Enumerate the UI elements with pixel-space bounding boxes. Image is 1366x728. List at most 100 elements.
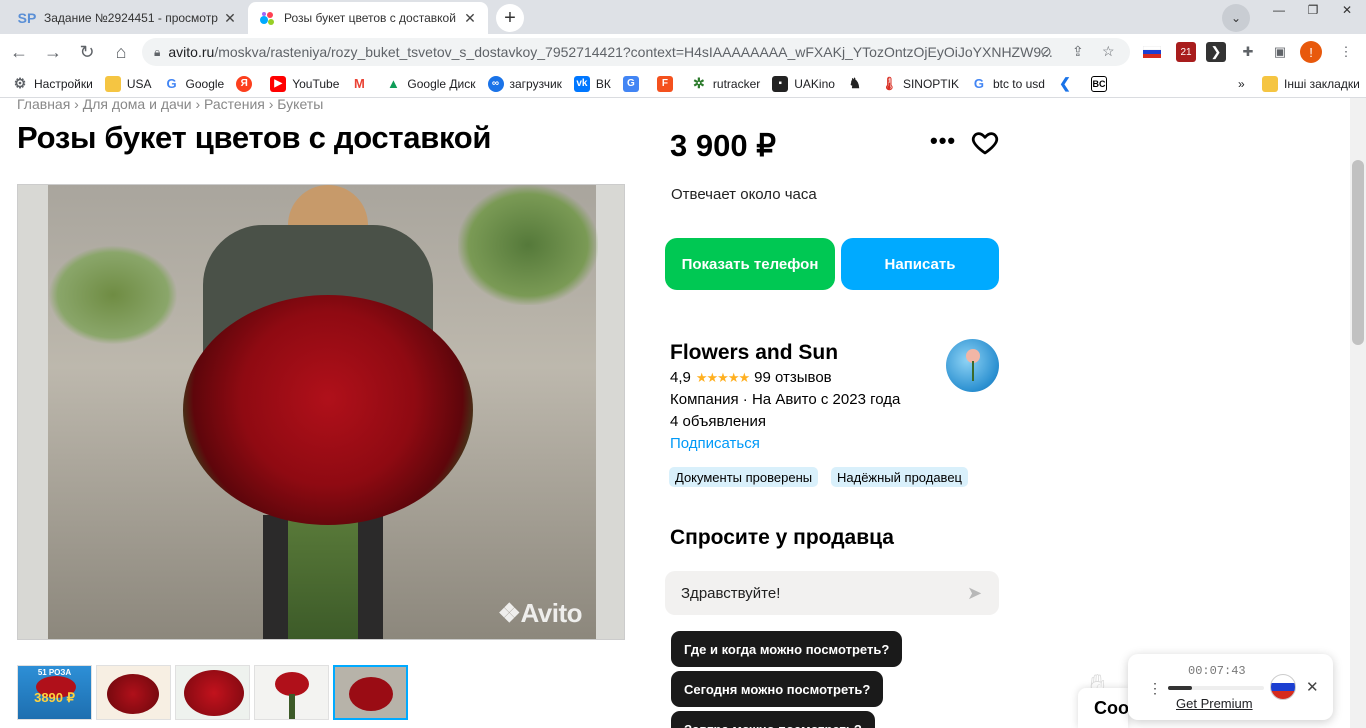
url-path: /moskva/rasteniya/rozy_buket_tsvetov_s_d…: [214, 44, 1053, 60]
forward-icon[interactable]: →: [38, 37, 68, 67]
f-icon: F: [656, 75, 673, 92]
seller-ads-count[interactable]: 4 объявления: [670, 413, 766, 430]
address-bar[interactable]: 🔒︎ avito.ru /moskva/rasteniya/rozy_buket…: [142, 38, 1130, 66]
translate-icon: G: [622, 75, 639, 92]
menu-icon[interactable]: ⋮: [1336, 42, 1356, 62]
bookmark-vk[interactable]: vk ВК: [573, 75, 611, 92]
price: 3 900 ₽: [670, 128, 776, 163]
bookmark-downloader[interactable]: ∞ загрузчик: [487, 75, 562, 92]
maximize-icon[interactable]: ❐: [1296, 0, 1330, 20]
thumbnail-2[interactable]: [96, 665, 171, 720]
seller-avatar[interactable]: [946, 339, 999, 392]
response-time: Отвечает около часа: [671, 186, 817, 203]
gear-icon: ⚙: [13, 75, 27, 91]
flag-ru-icon[interactable]: [1270, 674, 1296, 700]
breadcrumb[interactable]: Главная › Для дома и дачи › Растения › Б…: [17, 98, 323, 112]
close-icon[interactable]: ✕: [1306, 678, 1319, 696]
bookmark-sinoptik[interactable]: 🌡︎ SINOPTIK: [881, 76, 959, 92]
photo-bouquet-stems: [288, 505, 358, 639]
thumbnail-4[interactable]: [254, 665, 329, 720]
blocked-icon[interactable]: ⊘: [1040, 43, 1052, 60]
badge-reliable-seller[interactable]: Надёжный продавец: [831, 467, 968, 487]
folder-icon: [104, 75, 121, 92]
show-phone-button[interactable]: Показать телефон: [665, 238, 835, 290]
subscribe-link[interactable]: Подписаться: [670, 435, 760, 452]
bookmark-gmail[interactable]: M: [351, 76, 373, 92]
bookmark-settings[interactable]: ⚙ Настройки: [12, 75, 93, 92]
back-icon[interactable]: ←: [4, 37, 34, 67]
quick-question-3[interactable]: Завтра можно посмотреть?: [671, 711, 875, 728]
tab-task[interactable]: SP Задание №2924451 - просмотр ✕: [8, 2, 248, 34]
thumbnail-1[interactable]: 51 РОЗА 3890 ₽: [17, 665, 92, 720]
close-icon[interactable]: ✕: [462, 10, 478, 27]
seller-name[interactable]: Flowers and Sun: [670, 341, 838, 365]
bookmark-uakino[interactable]: ▪ UAKino: [772, 75, 835, 92]
badge-documents-verified[interactable]: Документы проверены: [669, 467, 819, 487]
bookmark-google[interactable]: G Google: [164, 76, 224, 92]
bookmark-horse[interactable]: ♞: [847, 75, 869, 92]
avito-watermark: ❖Avito: [497, 598, 583, 628]
minimize-icon[interactable]: —: [1262, 0, 1296, 20]
new-tab-button[interactable]: +: [496, 4, 524, 32]
yandex-icon: Я: [236, 75, 253, 92]
recorder-progress[interactable]: [1168, 686, 1264, 690]
rating-value: 4,9: [670, 369, 691, 386]
thumbnail-5-selected[interactable]: [333, 665, 408, 720]
seller-rating[interactable]: 4,9 ★★★★★ 99 отзывов: [670, 369, 832, 386]
star-rating-icon: ★★★★★: [695, 369, 750, 385]
get-premium-link[interactable]: Get Premium: [1176, 696, 1253, 711]
ask-seller-title: Спросите у продавца: [670, 526, 894, 549]
flag-ru-icon[interactable]: [1142, 42, 1162, 62]
bookmark-yandex[interactable]: Я: [236, 75, 258, 92]
page-content: Главная › Для дома и дачи › Растения › Б…: [0, 98, 1350, 728]
photo-bouquet: [183, 295, 473, 525]
bookmark-youtube[interactable]: ▶ YouTube: [270, 75, 339, 92]
drive-icon: ▲: [386, 76, 400, 91]
profile-avatar[interactable]: !: [1300, 41, 1322, 63]
thumbnail-bouquet: [275, 672, 309, 696]
tab-search-icon[interactable]: ⌄: [1222, 4, 1250, 32]
reviews-count: 99 отзывов: [754, 369, 832, 386]
reload-icon[interactable]: ↻: [72, 37, 102, 67]
horse-icon: ♞: [848, 75, 862, 91]
bookmark-usa[interactable]: USA: [104, 75, 152, 92]
home-icon[interactable]: ⌂: [106, 37, 136, 67]
bookmark-drive[interactable]: ▲ Google Диск: [385, 76, 476, 92]
tab-avito[interactable]: Розы букет цветов с доставкой ✕: [248, 2, 488, 34]
bookmark-bc[interactable]: BC: [1090, 75, 1113, 92]
thumbnail-3[interactable]: [175, 665, 250, 720]
bookmark-f[interactable]: F: [656, 75, 679, 92]
seller-company-info: Компания · На Авито с 2023 года: [670, 391, 901, 408]
folder-icon: [1262, 75, 1278, 92]
message-value: Здравствуйте!: [681, 584, 781, 602]
bookmark-rutracker[interactable]: ✲ rutracker: [691, 75, 760, 92]
send-icon[interactable]: ➤: [967, 583, 987, 603]
sidepanel-icon[interactable]: ▣: [1270, 42, 1290, 62]
bookmark-arrow[interactable]: ❮: [1057, 75, 1079, 92]
favorite-heart-icon[interactable]: [970, 128, 1000, 158]
more-options-icon[interactable]: •••: [930, 128, 956, 154]
recorder-menu-icon[interactable]: ⋮: [1148, 680, 1162, 697]
bookmarks-more-button[interactable]: »: [1238, 77, 1245, 91]
star-icon[interactable]: ☆: [1102, 43, 1115, 60]
infinity-icon: ∞: [487, 75, 504, 92]
other-bookmarks[interactable]: Інші закладки: [1262, 75, 1360, 92]
bookmark-btc[interactable]: Gbtc to usd: [971, 76, 1045, 92]
tab-strip: SP Задание №2924451 - просмотр ✕ Розы бу…: [0, 0, 1366, 34]
close-window-icon[interactable]: ✕: [1330, 0, 1364, 20]
close-icon[interactable]: ✕: [222, 10, 238, 27]
message-input[interactable]: Здравствуйте! ➤: [665, 571, 999, 615]
quick-question-1[interactable]: Где и когда можно посмотреть?: [671, 631, 903, 667]
scrollbar-thumb[interactable]: [1352, 160, 1364, 345]
quick-question-2[interactable]: Сегодня можно посмотреть?: [671, 671, 884, 707]
bookmark-translate[interactable]: G: [622, 75, 645, 92]
puzzle-icon[interactable]: ✚: [1238, 42, 1258, 62]
write-message-button[interactable]: Написать: [841, 238, 999, 290]
avito-icon: [258, 9, 276, 27]
tab-title: Задание №2924451 - просмотр: [44, 11, 218, 25]
chat-widget[interactable]: Соо: [1078, 688, 1128, 728]
arrow-ext-icon[interactable]: ❯: [1206, 42, 1226, 62]
main-photo[interactable]: ❖Avito: [17, 184, 625, 640]
share-icon[interactable]: ⇪: [1072, 43, 1084, 60]
extension-badge-icon[interactable]: 21: [1176, 42, 1196, 62]
